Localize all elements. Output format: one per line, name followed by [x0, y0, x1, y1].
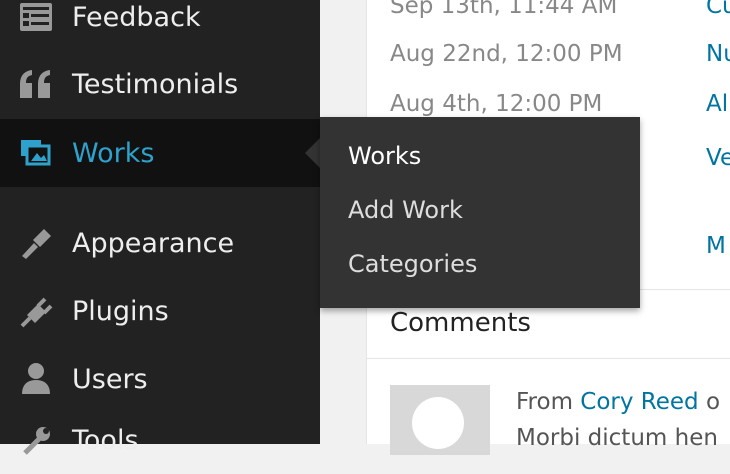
- sidebar-item-label: Appearance: [72, 227, 235, 259]
- activity-post-link[interactable]: Nu: [706, 41, 730, 67]
- paintbrush-icon: [18, 225, 54, 261]
- sidebar-item-users[interactable]: Users: [0, 345, 320, 413]
- flyout-pointer: [305, 138, 320, 168]
- sidebar-item-tools[interactable]: Tools: [0, 406, 320, 474]
- sidebar-item-label: Works: [72, 137, 155, 169]
- sidebar-item-works[interactable]: Works: [0, 119, 320, 187]
- activity-date: Aug 4th, 12:00 PM: [390, 91, 603, 117]
- admin-sidebar: Feedback Testimonials Works Appearance P…: [0, 0, 320, 456]
- sidebar-item-feedback[interactable]: Feedback: [0, 0, 320, 51]
- avatar: [390, 385, 490, 455]
- comment-from-suffix: o: [698, 389, 721, 415]
- activity-date: Sep 13th, 11:44 AM: [390, 0, 618, 19]
- comment-author-link[interactable]: Cory Reed: [580, 389, 698, 415]
- quote-icon: [18, 66, 54, 102]
- sidebar-item-label: Testimonials: [72, 68, 239, 100]
- activity-date: Aug 22nd, 12:00 PM: [390, 41, 623, 67]
- submenu-item-works[interactable]: Works: [348, 142, 421, 170]
- sidebar-item-label: Plugins: [72, 295, 169, 327]
- activity-post-link[interactable]: Cu: [706, 0, 730, 19]
- works-submenu: Works Add Work Categories: [320, 117, 640, 308]
- feedback-icon: [18, 0, 54, 35]
- sidebar-item-label: Tools: [72, 424, 139, 456]
- comment-from-prefix: From: [516, 389, 581, 415]
- submenu-item-add-work[interactable]: Add Work: [348, 196, 463, 224]
- wrench-icon: [18, 422, 54, 458]
- plug-icon: [18, 293, 54, 329]
- sidebar-item-appearance[interactable]: Appearance: [0, 209, 320, 277]
- submenu-item-categories[interactable]: Categories: [348, 250, 477, 278]
- sidebar-item-label: Users: [72, 363, 148, 395]
- activity-post-link[interactable]: Al: [706, 91, 728, 117]
- section-divider: [366, 358, 730, 359]
- activity-post-link[interactable]: Ve: [706, 145, 730, 171]
- comment-meta: From Cory Reed o: [516, 389, 720, 415]
- sidebar-item-testimonials[interactable]: Testimonials: [0, 50, 320, 118]
- comment-excerpt: Morbi dictum hen: [516, 425, 718, 451]
- user-icon: [18, 361, 54, 397]
- comments-heading: Comments: [390, 308, 531, 338]
- works-icon: [18, 135, 54, 171]
- sidebar-item-label: Feedback: [72, 1, 201, 33]
- sidebar-item-plugins[interactable]: Plugins: [0, 277, 320, 345]
- activity-post-link[interactable]: M: [706, 233, 726, 259]
